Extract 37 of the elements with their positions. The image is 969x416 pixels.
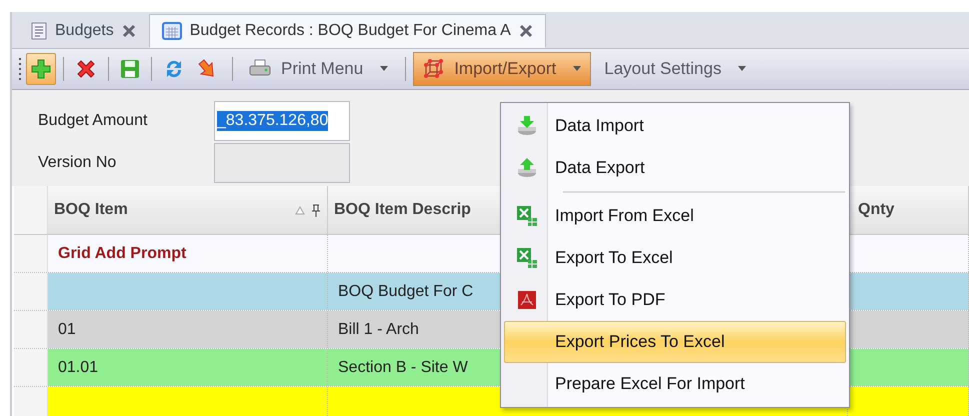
- column-header[interactable]: BOQ Item: [48, 186, 328, 234]
- menu-item[interactable]: Export Prices To Excel: [504, 321, 846, 363]
- calendar-icon: [162, 22, 182, 40]
- input-field[interactable]: _83.375.126,80: [214, 101, 350, 141]
- cube-icon: [422, 58, 444, 80]
- tab[interactable]: Budget Records : BOQ Budget For Cinema A: [148, 14, 546, 48]
- delete-icon: [75, 58, 97, 80]
- menu-button[interactable]: Import/Export: [413, 52, 592, 86]
- caret-icon: [379, 66, 390, 72]
- menu-button[interactable]: Print Menu: [240, 52, 398, 86]
- field-label: Version No: [38, 154, 118, 172]
- add-row-prompt[interactable]: Grid Add Prompt: [48, 235, 328, 272]
- toolbar-button[interactable]: [26, 53, 56, 85]
- menu-button[interactable]: Layout Settings: [595, 52, 756, 86]
- spreadsheet-icon: [516, 247, 538, 269]
- spreadsheet-icon: [516, 205, 538, 227]
- menu-item[interactable]: Import From Excel: [504, 195, 846, 237]
- save-icon: [120, 58, 140, 80]
- sort-icon[interactable]: [295, 206, 305, 214]
- grip-icon[interactable]: [18, 57, 22, 81]
- menu-item[interactable]: Data Import: [504, 105, 846, 147]
- download-icon: [516, 115, 538, 137]
- field-label: Budget Amount: [38, 112, 148, 130]
- add-icon: [30, 58, 52, 80]
- document-icon: [31, 22, 47, 40]
- table-cell: 01: [48, 311, 328, 348]
- input-field[interactable]: [214, 143, 350, 183]
- pdf-icon: [517, 290, 537, 310]
- pin-icon[interactable]: [311, 204, 321, 216]
- tab[interactable]: Budgets: [18, 14, 149, 48]
- caret-icon: [737, 66, 748, 72]
- menu-item[interactable]: Data Export: [504, 147, 846, 189]
- table-cell: 01.01: [48, 349, 328, 386]
- upload-icon: [516, 157, 538, 179]
- close-icon[interactable]: [122, 24, 136, 38]
- close-icon[interactable]: [518, 24, 533, 38]
- caret-icon: [572, 66, 582, 72]
